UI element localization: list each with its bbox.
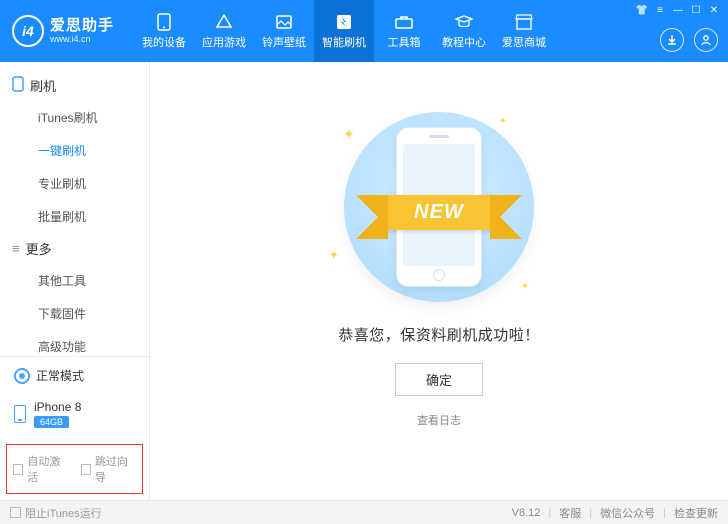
auto-activate-checkbox[interactable]: 自动激活 <box>13 453 69 485</box>
minimize-button[interactable]: — <box>670 2 686 18</box>
nav-label: 智能刷机 <box>322 34 366 50</box>
nav-label: 工具箱 <box>388 34 421 50</box>
nav-ringtones-wallpaper[interactable]: 铃声壁纸 <box>254 0 314 62</box>
device-small-icon <box>14 405 26 423</box>
menu-icon[interactable]: ≡ <box>652 2 668 18</box>
sidebar: 刷机 iTunes刷机 一键刷机 专业刷机 批量刷机 ≡ 更多 其他工具 下载固… <box>0 62 150 500</box>
tutorial-icon <box>455 13 473 31</box>
sparkle-icon: ✦ <box>343 126 355 143</box>
status-bar: 阻止iTunes运行 V8.12 | 客服 | 微信公众号 | 检查更新 <box>0 500 728 524</box>
support-link[interactable]: 客服 <box>559 505 581 521</box>
brand-url: www.i4.cn <box>50 34 114 44</box>
confirm-button[interactable]: 确定 <box>395 363 483 396</box>
nav-store[interactable]: 爱思商城 <box>494 0 554 62</box>
nav-label: 铃声壁纸 <box>262 34 306 50</box>
nav-apps-games[interactable]: 应用游戏 <box>194 0 254 62</box>
device-name: iPhone 8 <box>34 400 81 414</box>
brand-block: i4 爱思助手 www.i4.cn <box>12 15 114 47</box>
version-label: V8.12 <box>512 507 541 519</box>
mode-label: 正常模式 <box>36 367 84 384</box>
block-itunes-checkbox[interactable]: 阻止iTunes运行 <box>10 505 102 521</box>
sidebar-item-advanced[interactable]: 高级功能 <box>0 330 149 356</box>
sidebar-group-flash: 刷机 <box>0 70 149 101</box>
success-message: 恭喜您，保资料刷机成功啦！ <box>338 324 540 345</box>
nav-label: 应用游戏 <box>202 34 246 50</box>
main-content: ✦ ✦ ✦ ✦ NEW 恭喜您，保资料刷机成功啦！ 确定 查看日志 <box>150 62 728 500</box>
view-log-link[interactable]: 查看日志 <box>417 412 461 428</box>
user-button[interactable] <box>694 28 718 52</box>
brand-logo-icon: i4 <box>12 15 44 47</box>
wechat-link[interactable]: 微信公众号 <box>600 505 655 521</box>
ribbon-text: NEW <box>386 195 492 230</box>
check-update-link[interactable]: 检查更新 <box>674 505 718 521</box>
wallpaper-icon <box>275 13 293 31</box>
checkbox-icon <box>13 464 23 475</box>
device-mode-row[interactable]: 正常模式 <box>0 357 149 394</box>
checkbox-label: 阻止iTunes运行 <box>25 505 102 521</box>
phone-flash-icon <box>12 76 24 95</box>
store-icon <box>515 13 533 31</box>
nav-label: 我的设备 <box>142 34 186 50</box>
group-title: 更多 <box>26 239 52 258</box>
sparkle-icon: ✦ <box>499 116 507 127</box>
group-title: 刷机 <box>30 76 56 95</box>
sidebar-item-itunes-flash[interactable]: iTunes刷机 <box>0 101 149 134</box>
shirt-icon[interactable]: 👕 <box>634 2 650 18</box>
sidebar-item-onekey-flash[interactable]: 一键刷机 <box>0 134 149 167</box>
nav-toolbox[interactable]: 工具箱 <box>374 0 434 62</box>
sidebar-group-more: ≡ 更多 <box>0 233 149 264</box>
maximize-button[interactable]: ☐ <box>688 2 704 18</box>
checkbox-icon <box>10 507 21 518</box>
sidebar-item-pro-flash[interactable]: 专业刷机 <box>0 167 149 200</box>
flash-icon <box>335 13 353 31</box>
nav-my-device[interactable]: 我的设备 <box>134 0 194 62</box>
flash-options-box: 自动激活 跳过向导 <box>6 444 143 494</box>
nav-label: 教程中心 <box>442 34 486 50</box>
sidebar-item-batch-flash[interactable]: 批量刷机 <box>0 200 149 233</box>
device-capacity-badge: 64GB <box>34 416 69 428</box>
nav-smart-flash[interactable]: 智能刷机 <box>314 0 374 62</box>
device-icon <box>155 13 173 31</box>
nav-tutorial[interactable]: 教程中心 <box>434 0 494 62</box>
device-row[interactable]: iPhone 8 64GB <box>0 394 149 438</box>
skip-guide-checkbox[interactable]: 跳过向导 <box>81 453 137 485</box>
window-controls: 👕 ≡ — ☐ ✕ <box>634 2 722 18</box>
success-illustration: ✦ ✦ ✦ ✦ NEW <box>329 112 549 302</box>
checkbox-label: 跳过向导 <box>95 453 136 485</box>
nav-label: 爱思商城 <box>502 34 546 50</box>
sparkle-icon: ✦ <box>329 248 339 262</box>
sidebar-item-download-firmware[interactable]: 下载固件 <box>0 297 149 330</box>
toolbox-icon <box>395 13 413 31</box>
apps-icon <box>215 13 233 31</box>
app-header: i4 爱思助手 www.i4.cn 我的设备 应用游戏 铃声壁纸 智能刷机 工具… <box>0 0 728 62</box>
more-icon: ≡ <box>12 241 20 256</box>
mode-normal-icon <box>14 368 30 384</box>
checkbox-label: 自动激活 <box>27 453 68 485</box>
new-ribbon: NEW <box>311 190 567 234</box>
close-button[interactable]: ✕ <box>706 2 722 18</box>
top-nav: 我的设备 应用游戏 铃声壁纸 智能刷机 工具箱 教程中心 爱思商城 <box>134 0 554 62</box>
checkbox-icon <box>81 464 91 475</box>
sidebar-item-other-tools[interactable]: 其他工具 <box>0 264 149 297</box>
brand-name: 爱思助手 <box>50 17 114 34</box>
download-button[interactable] <box>660 28 684 52</box>
sparkle-icon: ✦ <box>521 281 529 292</box>
